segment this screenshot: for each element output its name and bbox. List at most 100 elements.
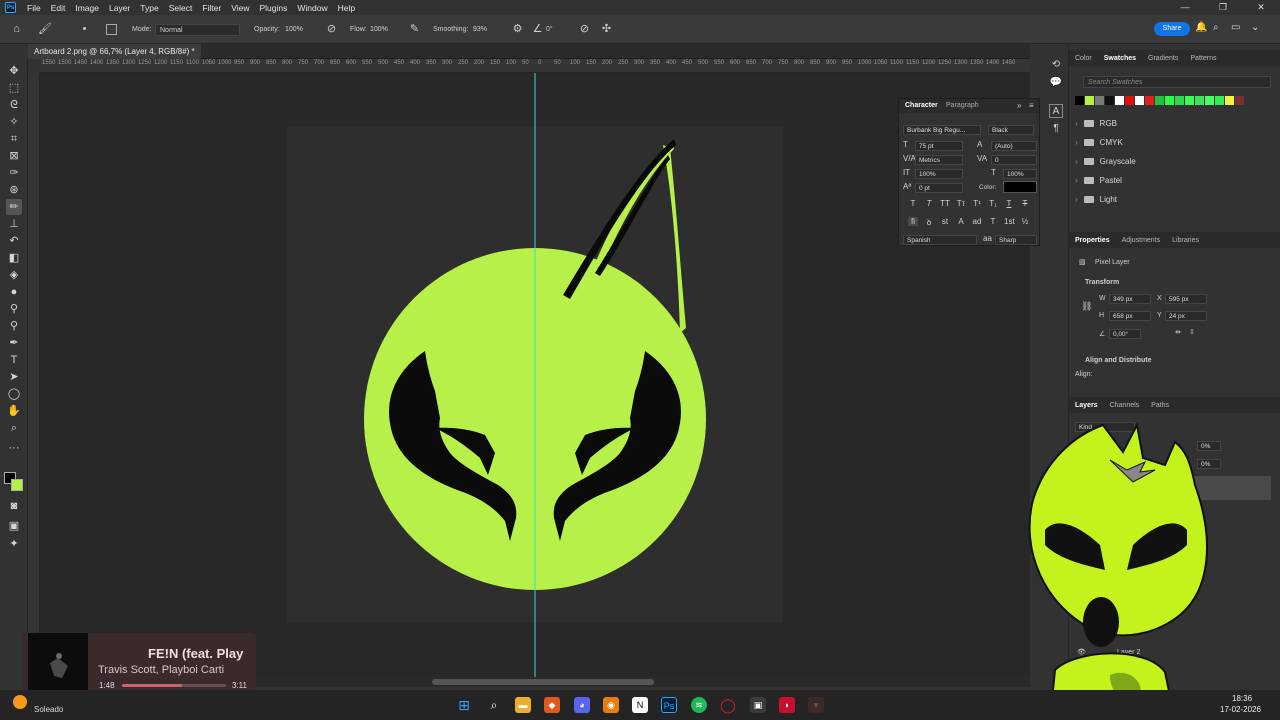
color-swatch[interactable] <box>1185 96 1194 105</box>
swatch-group-pastel[interactable]: › Pastel <box>1075 171 1122 189</box>
weather-label[interactable]: Soleado <box>34 705 63 714</box>
menu-select[interactable]: Select <box>164 3 198 13</box>
opacity-field[interactable]: 100% <box>285 24 303 36</box>
home-icon[interactable]: ⌂ <box>10 23 23 36</box>
hand-tool-icon[interactable]: ✋ <box>6 403 22 419</box>
tab-adjustments[interactable]: Adjustments <box>1116 237 1167 244</box>
font-style-select[interactable]: Black <box>988 125 1034 135</box>
restore-button[interactable]: ❐ <box>1204 0 1242 15</box>
pressure-opacity-icon[interactable]: ⊘ <box>325 23 338 36</box>
weather-sun-icon[interactable] <box>13 695 27 709</box>
color-swatch[interactable] <box>1215 96 1224 105</box>
color-swatch[interactable] <box>1225 96 1234 105</box>
opera-gx-icon[interactable]: ◯ <box>720 697 736 713</box>
contextual-alternates-button[interactable]: ꝺ <box>924 217 934 228</box>
smoothing-settings-gear-icon[interactable]: ⚙ <box>511 23 524 36</box>
pressure-size-icon[interactable]: ⊘ <box>578 23 591 36</box>
tab-libraries[interactable]: Libraries <box>1166 237 1205 244</box>
red-app-icon[interactable]: ◗ <box>779 697 795 713</box>
color-swatch[interactable] <box>1235 96 1244 105</box>
color-swatch[interactable] <box>1115 96 1124 105</box>
type-tool-icon[interactable]: T <box>6 352 22 368</box>
align-distribute-title[interactable]: Align and Distribute <box>1085 357 1152 364</box>
brush-angle-field[interactable]: 0° <box>546 24 553 36</box>
blur-tool-icon[interactable]: ● <box>6 284 22 300</box>
swash-button[interactable]: A <box>956 217 966 226</box>
swatch-group-light[interactable]: › Light <box>1075 190 1117 208</box>
font-family-select[interactable]: Burbank Big Regu... <box>903 125 981 135</box>
crop-tool-icon[interactable]: ⌗ <box>6 131 22 147</box>
search-icon[interactable]: ⌕ <box>1213 22 1219 33</box>
tab-swatches[interactable]: Swatches <box>1098 55 1142 62</box>
move-tool-icon[interactable]: ✥ <box>6 63 22 79</box>
brush-size-icon[interactable]: • <box>78 23 91 36</box>
font-size-field[interactable]: 75 pt <box>915 141 963 151</box>
progress-track[interactable] <box>122 684 226 687</box>
notion-icon[interactable]: N <box>632 697 648 713</box>
color-swatch[interactable] <box>1205 96 1214 105</box>
flow-field[interactable]: 100% <box>370 24 388 36</box>
vertical-scale-field[interactable]: 100% <box>915 169 963 179</box>
clock-time[interactable]: 18:36 <box>1232 694 1252 703</box>
color-swatch[interactable] <box>1195 96 1204 105</box>
flip-horizontal-icon[interactable]: ⇹ <box>1175 328 1181 336</box>
menu-plugins[interactable]: Plugins <box>254 3 292 13</box>
paint-bucket-tool-icon[interactable]: ◈ <box>6 267 22 283</box>
discretionary-ligatures-button[interactable]: st <box>940 217 950 226</box>
text-color-swatch[interactable] <box>1003 181 1037 193</box>
color-swatch[interactable] <box>1155 96 1164 105</box>
brave-browser-icon[interactable]: ◆ <box>544 697 560 713</box>
tab-channels[interactable]: Channels <box>1104 402 1146 409</box>
tab-character[interactable]: Character <box>905 102 938 109</box>
color-swatch[interactable] <box>1095 96 1104 105</box>
quick-mask-icon[interactable]: ◙ <box>6 498 22 514</box>
swatch-group-cmyk[interactable]: › CMYK <box>1075 133 1123 151</box>
leading-field[interactable]: (Auto) <box>991 141 1037 151</box>
swatch-search-input[interactable]: Search Swatches <box>1083 76 1271 88</box>
character-panel-icon[interactable]: A <box>1049 104 1063 118</box>
menu-type[interactable]: Type <box>135 3 163 13</box>
underline-button[interactable]: T <box>1004 199 1014 208</box>
menu-help[interactable]: Help <box>333 3 360 13</box>
menu-edit[interactable]: Edit <box>46 3 71 13</box>
tab-color[interactable]: Color <box>1069 55 1098 62</box>
mode-select[interactable]: Normal <box>155 24 240 36</box>
notifications-bell-icon[interactable]: 🔔 <box>1195 22 1207 33</box>
workspace-menu-icon[interactable]: ⌄ <box>1251 22 1259 33</box>
menu-view[interactable]: View <box>226 3 254 13</box>
dodge-tool-icon[interactable]: ⚲ <box>6 301 22 317</box>
tracking-field[interactable]: 0 <box>991 155 1037 165</box>
color-swatch[interactable] <box>1135 96 1144 105</box>
flip-vertical-icon[interactable]: ⇳ <box>1189 328 1195 336</box>
link-icon[interactable]: ⛓ <box>1081 301 1092 312</box>
vtuber-app-icon[interactable]: ♆ <box>808 697 824 713</box>
y-field[interactable]: 24 px <box>1165 311 1207 321</box>
strikethrough-button[interactable]: T <box>1020 199 1030 208</box>
app-notification-icon[interactable]: ▣ <box>750 697 766 713</box>
windows-start-icon[interactable]: ⊞ <box>456 697 472 713</box>
brush-tool-icon[interactable]: ✏ <box>6 199 22 215</box>
tab-paths[interactable]: Paths <box>1145 402 1175 409</box>
lasso-tool-icon[interactable]: ᘓ <box>6 97 22 113</box>
paragraph-panel-icon[interactable]: ¶ <box>1049 122 1063 136</box>
marquee-tool-icon[interactable]: ⬚ <box>6 80 22 96</box>
panel-menu-icon[interactable]: ≡ <box>1029 101 1034 110</box>
path-selection-tool-icon[interactable]: ➤ <box>6 369 22 385</box>
share-button[interactable]: Share <box>1154 22 1190 36</box>
width-field[interactable]: 349 px <box>1109 294 1151 304</box>
baseline-shift-field[interactable]: 0 pt <box>915 183 963 193</box>
minimize-button[interactable]: — <box>1166 0 1204 15</box>
clone-stamp-tool-icon[interactable]: ⊥ <box>6 216 22 232</box>
blender-icon[interactable]: ◉ <box>603 697 619 713</box>
airbrush-icon[interactable]: ✎ <box>408 23 421 36</box>
taskbar-photoshop-icon[interactable]: Ps <box>661 697 677 713</box>
clock-date[interactable]: 17-02-2026 <box>1220 705 1261 714</box>
color-swatch[interactable] <box>1125 96 1134 105</box>
frame-tool-icon[interactable]: ⊠ <box>6 148 22 164</box>
kerning-field[interactable]: Metrics <box>915 155 963 165</box>
generative-icon[interactable]: ✦ <box>6 536 22 552</box>
brush-preset-icon[interactable]: 🖌 <box>38 23 52 36</box>
menu-window[interactable]: Window <box>292 3 332 13</box>
document-tab[interactable]: Artboard 2.png @ 66,7% (Layer 4, RGB/8#)… <box>28 44 201 59</box>
menu-filter[interactable]: Filter <box>197 3 226 13</box>
